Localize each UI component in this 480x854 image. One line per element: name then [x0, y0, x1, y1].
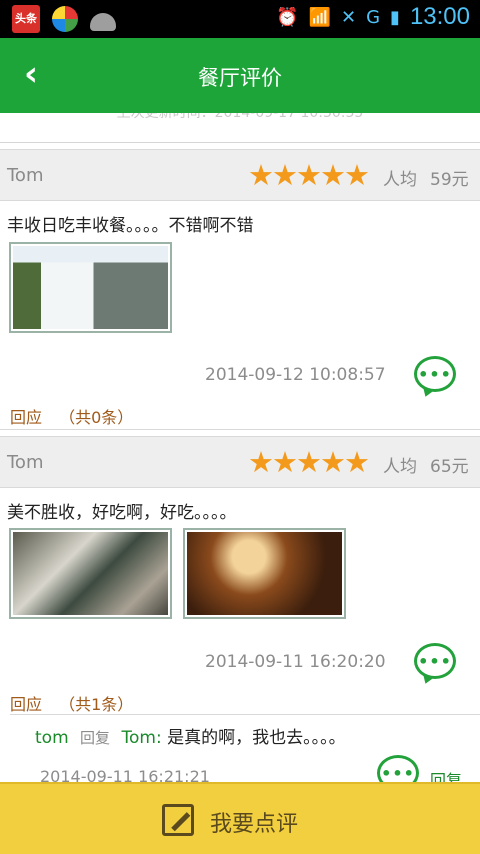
reply-from-user[interactable]: tom: [35, 728, 69, 748]
reply-label: 回应: [10, 695, 43, 714]
page-title: 餐厅评价: [198, 66, 282, 90]
star-icon: ★: [296, 158, 322, 192]
reply-to-user[interactable]: Tom: [121, 728, 155, 748]
star-icon: ★: [344, 445, 370, 479]
wifi-icon: 📶: [308, 6, 331, 28]
rating-stars: ★ ★ ★ ★ ★: [248, 158, 370, 192]
reply-summary[interactable]: 回应 （共0条）: [10, 404, 133, 428]
reply-word: 回复: [80, 729, 111, 747]
reply-date: 2014-09-11 16:21:21: [40, 767, 210, 782]
review-photo[interactable]: [9, 528, 172, 619]
clock: 13:00: [409, 3, 470, 30]
avg-price-label: 人均: [383, 170, 417, 190]
status-bar: 头条 ⏰ 📶 ✕ G ▮ 13:00: [0, 0, 480, 38]
battery-icon: ▮: [390, 6, 400, 28]
last-update-text: 上次更新时间：2014-09-17 10:30:35: [0, 113, 480, 143]
avg-price-value: 59元: [430, 170, 469, 190]
reply-count: （共1条）: [59, 695, 134, 714]
browser-app-icon: [52, 6, 78, 32]
divider: [0, 429, 480, 430]
star-icon: ★: [320, 445, 346, 479]
header: ‹ 餐厅评价: [0, 38, 480, 113]
comment-icon[interactable]: •••: [414, 643, 456, 679]
star-icon: ★: [272, 445, 298, 479]
no-signal-icon: ✕: [340, 6, 357, 28]
review-header: Tom ★ ★ ★ ★ ★ 人均 59元: [0, 149, 480, 201]
review-user[interactable]: Tom: [7, 452, 43, 473]
review-text: 美不胜收，好吃啊，好吃。。。。: [7, 503, 237, 523]
news-app-icon: 头条: [12, 5, 40, 33]
reply-count: （共0条）: [59, 408, 134, 427]
restaurant-photo: [187, 532, 342, 615]
reply-label: 回应: [10, 408, 43, 427]
review-text: 丰收日吃丰收餐。。。。不错啊不错: [7, 216, 254, 236]
reply-summary[interactable]: 回应 （共1条）: [10, 691, 133, 715]
avg-price-value: 65元: [430, 457, 469, 477]
network-type-label: G: [366, 6, 381, 28]
review-photo[interactable]: [9, 242, 172, 333]
reviews-list[interactable]: 上次更新时间：2014-09-17 10:30:35 Tom ★ ★ ★ ★ ★…: [0, 113, 480, 782]
reply-action[interactable]: 回复: [430, 767, 462, 782]
review-header: Tom ★ ★ ★ ★ ★ 人均 65元: [0, 436, 480, 488]
review-date: 2014-09-12 10:08:57: [205, 365, 386, 385]
star-icon: ★: [296, 445, 322, 479]
star-icon: ★: [320, 158, 346, 192]
star-icon: ★: [248, 158, 274, 192]
write-review-button[interactable]: 我要点评: [0, 782, 480, 854]
star-icon: ★: [248, 445, 274, 479]
star-icon: ★: [344, 158, 370, 192]
write-review-label: 我要点评: [210, 812, 299, 837]
alarm-icon: ⏰: [276, 6, 299, 28]
review-user[interactable]: Tom: [7, 165, 43, 186]
android-icon: [90, 13, 116, 31]
reply-line: tom 回复 Tom: 是真的啊，我也去。。。。: [35, 728, 346, 748]
comment-icon[interactable]: •••: [377, 755, 419, 782]
star-icon: ★: [272, 158, 298, 192]
avg-price-label: 人均: [383, 457, 417, 477]
reply-text: 是真的啊，我也去。。。。: [167, 728, 346, 748]
waterfall-photo: [13, 246, 168, 329]
street-photo: [13, 532, 168, 615]
reply-item: tom 回复 Tom: 是真的啊，我也去。。。。 2014-09-11 16:2…: [10, 714, 480, 782]
review-photo[interactable]: [183, 528, 346, 619]
edit-icon: [162, 804, 194, 836]
rating-stars: ★ ★ ★ ★ ★: [248, 445, 370, 479]
comment-icon[interactable]: •••: [414, 356, 456, 392]
review-date: 2014-09-11 16:20:20: [205, 652, 386, 672]
